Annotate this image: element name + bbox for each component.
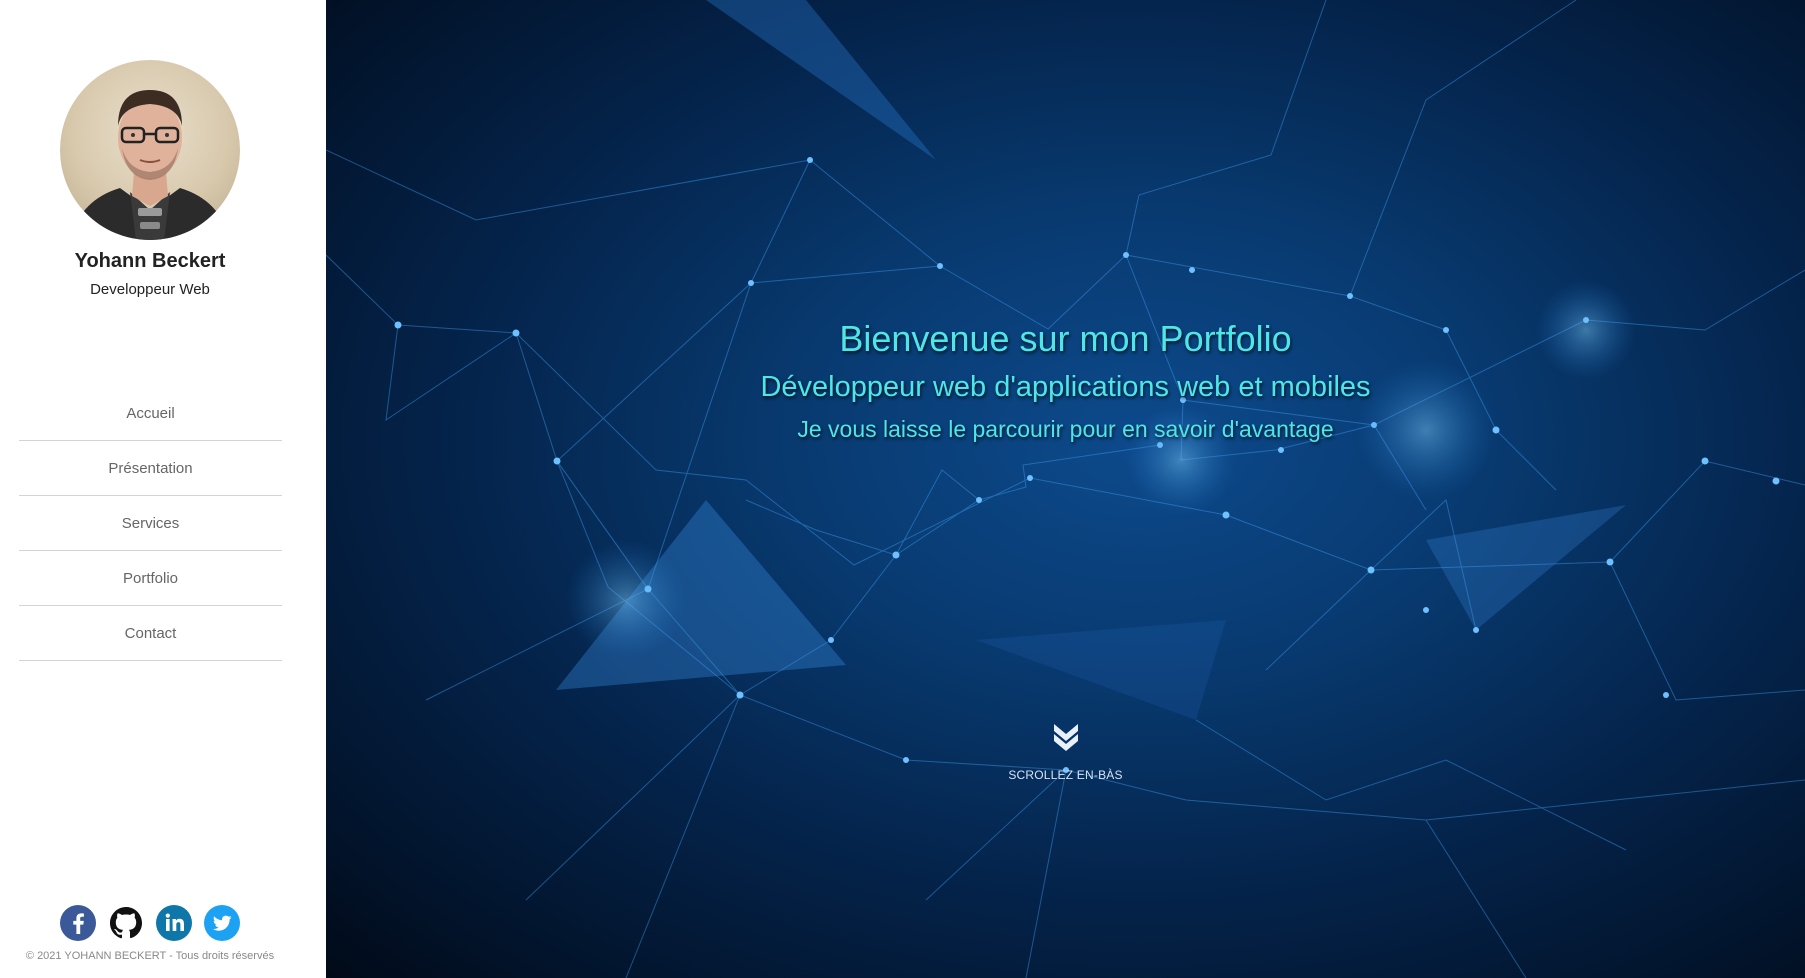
- double-chevron-down-icon: [1053, 724, 1078, 751]
- nav-item-presentation[interactable]: Présentation: [19, 441, 282, 496]
- facebook-icon[interactable]: [60, 905, 96, 941]
- hero-section: Bienvenue sur mon Portfolio Développeur …: [326, 0, 1805, 978]
- nav-item-portfolio[interactable]: Portfolio: [19, 551, 282, 606]
- profile-role: Developpeur Web: [90, 281, 210, 298]
- sidebar-nav: Accueil Présentation Services Portfolio …: [19, 386, 282, 661]
- copyright: © 2021 YOHANN BECKERT - Tous droits rése…: [25, 950, 275, 962]
- scroll-label: SCROLLEZ EN-BÀS: [1008, 768, 1123, 782]
- hero-title: Bienvenue sur mon Portfolio: [839, 318, 1292, 359]
- scroll-down-button[interactable]: SCROLLEZ EN-BÀS: [326, 720, 1805, 782]
- twitter-icon[interactable]: [204, 905, 240, 941]
- github-icon[interactable]: [108, 905, 144, 941]
- linkedin-icon[interactable]: [156, 905, 192, 941]
- nav-item-contact[interactable]: Contact: [19, 606, 282, 661]
- hero-tagline: Je vous laisse le parcourir pour en savo…: [797, 416, 1334, 442]
- avatar-photo: [70, 90, 230, 240]
- nav-item-accueil[interactable]: Accueil: [19, 386, 282, 441]
- social-links: [60, 905, 240, 941]
- nav-item-services[interactable]: Services: [19, 496, 282, 551]
- avatar: [60, 60, 240, 240]
- sidebar: Yohann Beckert Developpeur Web Accueil P…: [0, 0, 326, 978]
- network-background: [326, 0, 1805, 978]
- profile-name: Yohann Beckert: [74, 250, 226, 272]
- hero-subtitle: Développeur web d'applications web et mo…: [760, 371, 1371, 403]
